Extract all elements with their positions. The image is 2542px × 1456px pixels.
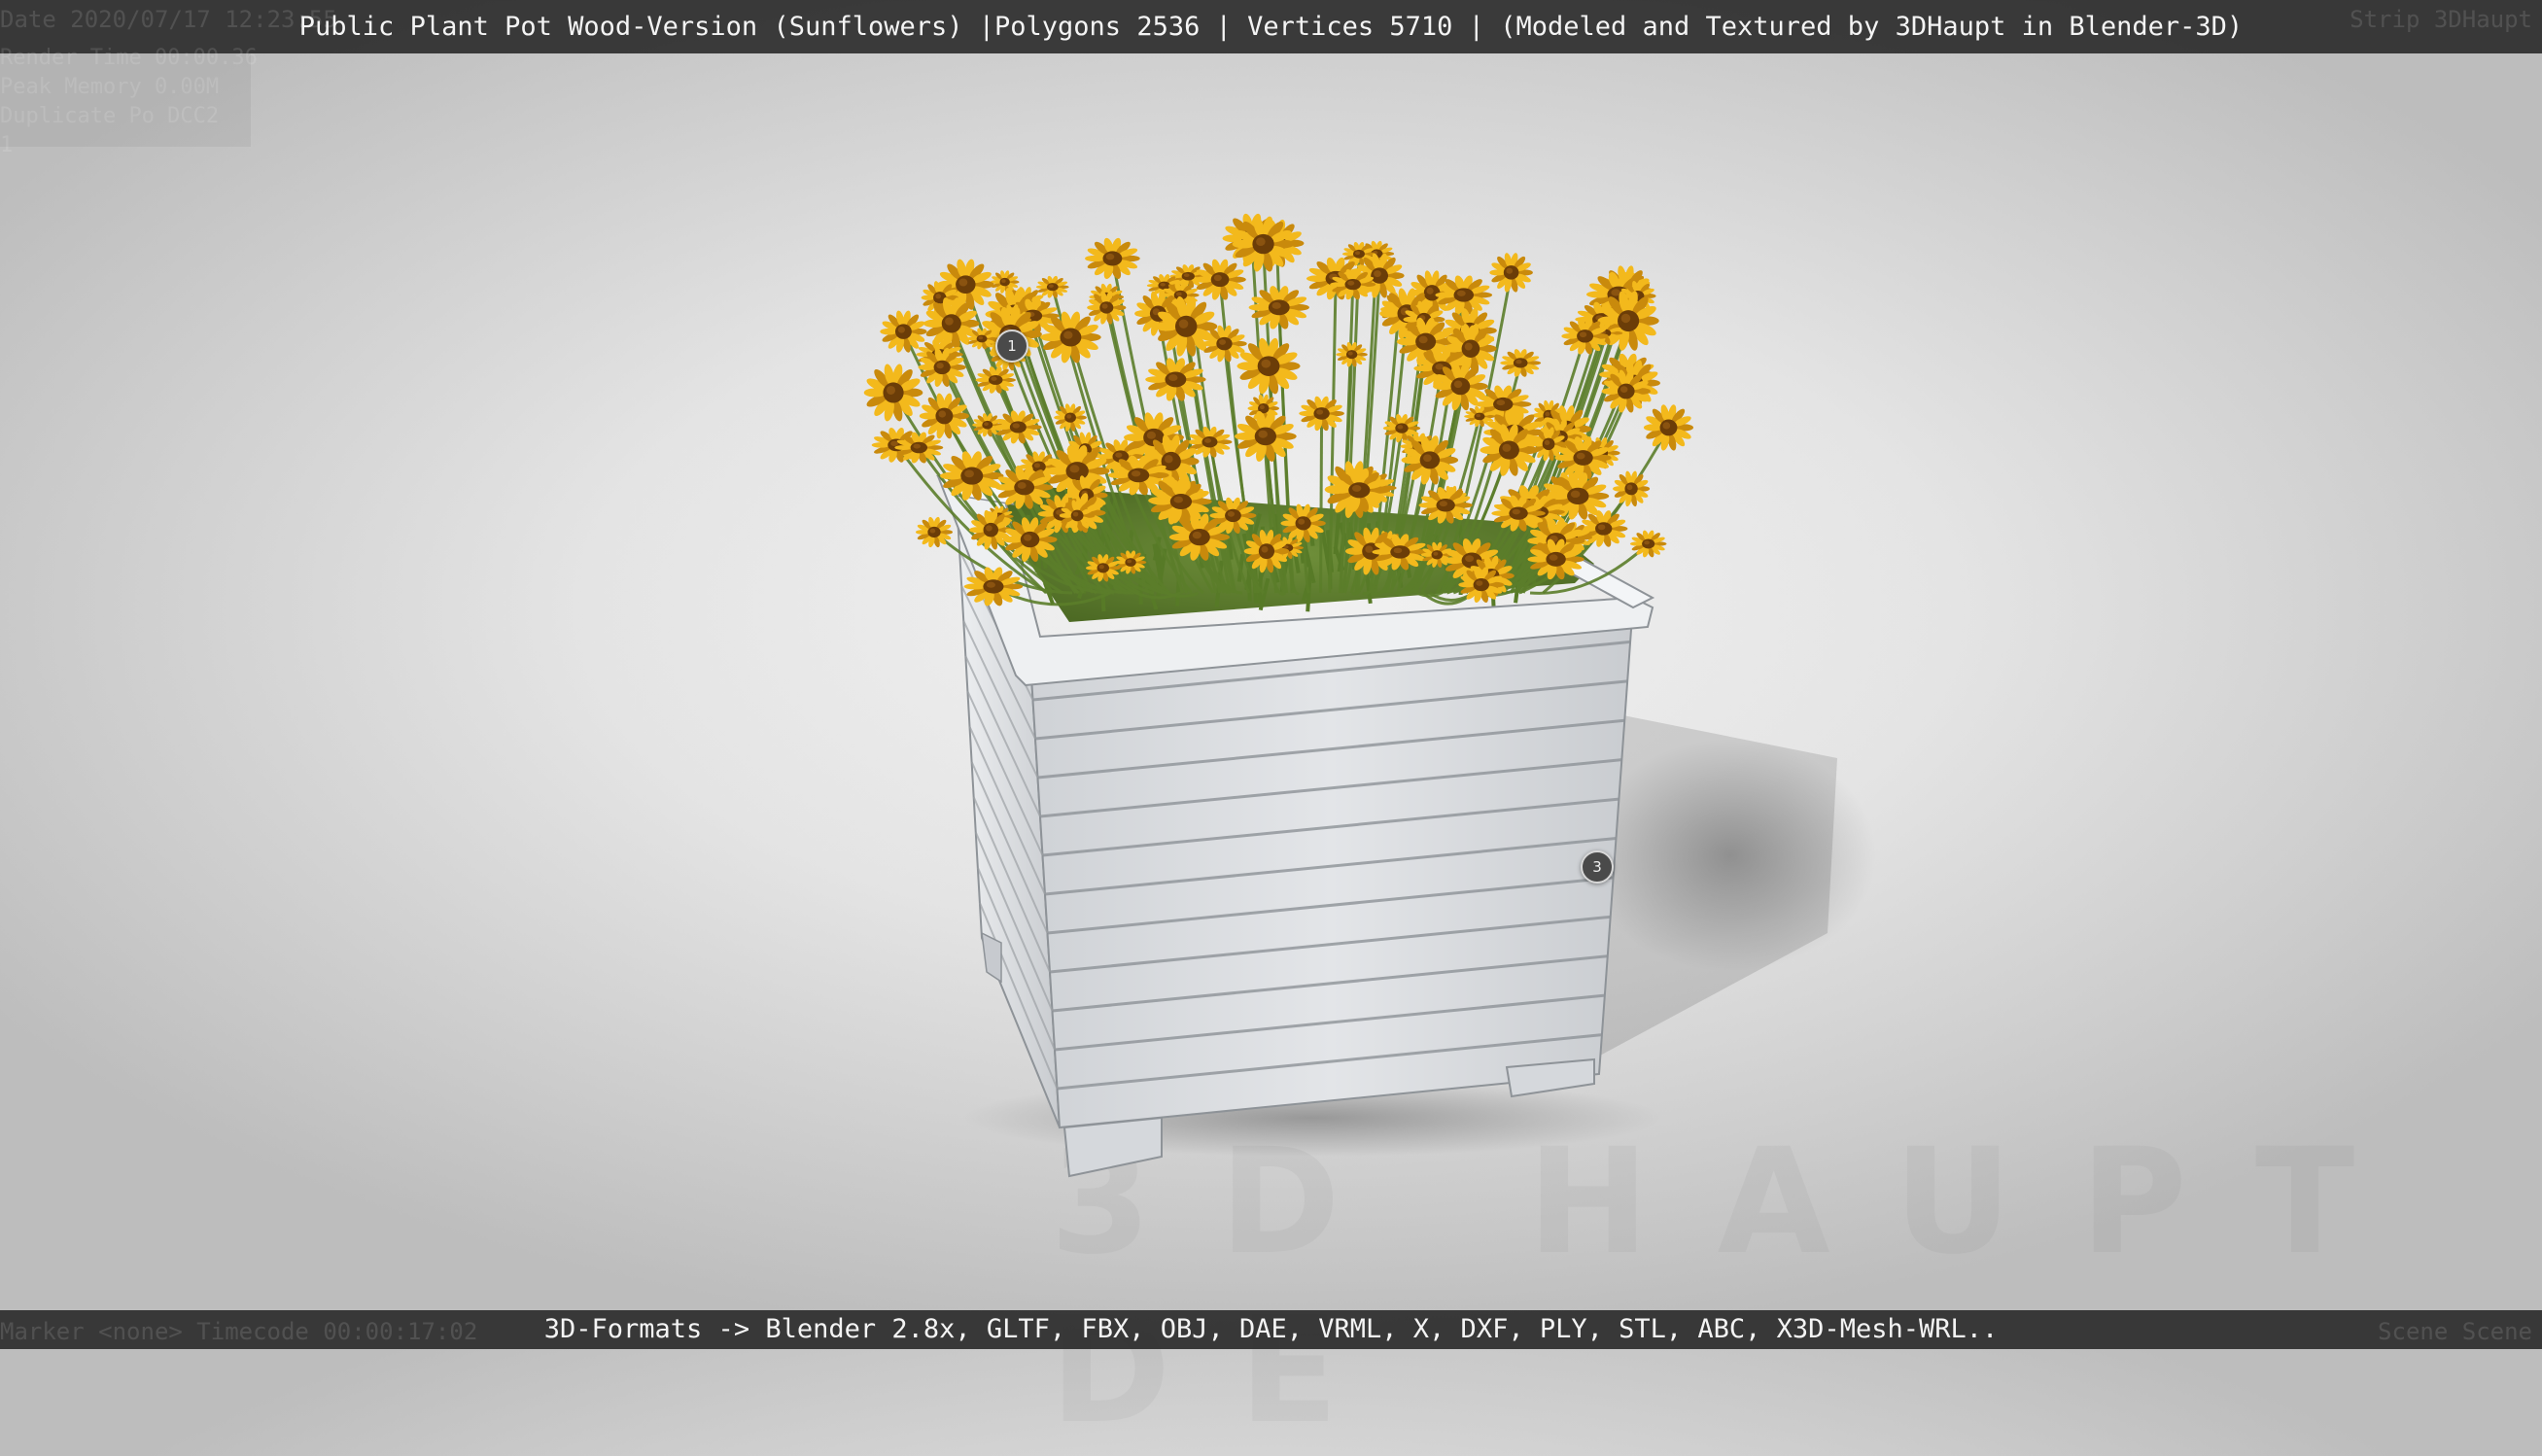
formats-text: 3D-Formats -> Blender 2.8x, GLTF, FBX, O… — [0, 1314, 2542, 1344]
top-title-bar: Date 2020/07/17 12:23:55 Strip 3DHaupt P… — [0, 0, 2542, 53]
bottom-formats-bar: Marker <none> Timecode 00:00:17:02 Scene… — [0, 1310, 2542, 1349]
3d-viewport[interactable]: 3D HAUPT DE — [0, 0, 2542, 1349]
duplicate-text: Duplicate Po DCC2 — [0, 104, 219, 128]
peak-memory-text: Peak Memory 0.00M — [0, 75, 219, 99]
render-info-panel: Render Time 00:00.36 Peak Memory 0.00M D… — [0, 53, 251, 147]
plant-pot-render — [0, 0, 2542, 1349]
hotspot-marker-3[interactable]: 3 — [1581, 850, 1614, 884]
model-title: Public Plant Pot Wood-Version (Sunflower… — [0, 12, 2542, 42]
render-time-text: Render Time 00:00.36 — [0, 46, 258, 70]
hotspot-marker-1[interactable]: 1 — [995, 329, 1028, 363]
index-text: 1 — [0, 133, 13, 157]
